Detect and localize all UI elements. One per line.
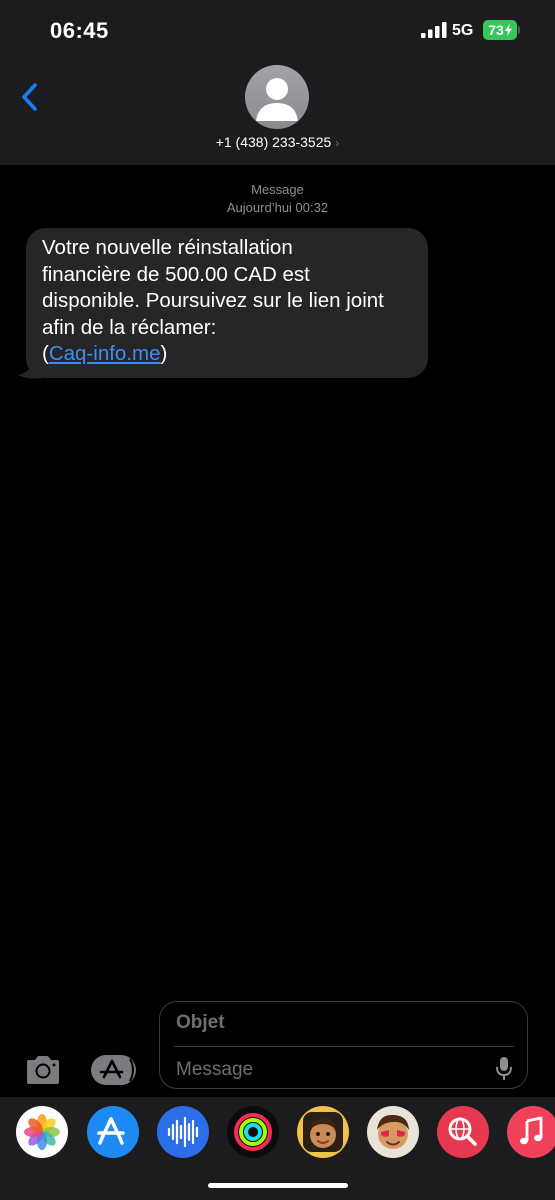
person-icon bbox=[256, 78, 298, 121]
web-search-icon bbox=[448, 1117, 477, 1146]
message-line: financière de 500.00 CAD est bbox=[42, 262, 310, 286]
charging-bolt-icon bbox=[504, 24, 512, 36]
photos-icon bbox=[24, 1114, 60, 1150]
composer-divider bbox=[174, 1046, 514, 1047]
animoji-app-button[interactable] bbox=[367, 1106, 419, 1158]
network-type: 5G bbox=[452, 22, 474, 39]
battery-level: 73 bbox=[488, 22, 504, 38]
link-paren-close: ) bbox=[160, 342, 168, 365]
battery-cap bbox=[518, 26, 520, 34]
conversation-header: 06:45 5G 73 +1 (438) 233-3525 › bbox=[0, 0, 555, 165]
message-link[interactable]: Caq-info.me bbox=[49, 342, 161, 365]
camera-button[interactable] bbox=[23, 1053, 63, 1087]
contact-name-button[interactable]: +1 (438) 233-3525 › bbox=[0, 134, 555, 150]
cellular-signal-icon bbox=[421, 22, 447, 38]
music-icon bbox=[520, 1116, 543, 1145]
message-line: afin de la réclamer: bbox=[42, 315, 217, 339]
subject-input[interactable]: Objet bbox=[176, 1012, 506, 1034]
home-indicator[interactable] bbox=[208, 1183, 348, 1188]
memoji-app-button[interactable] bbox=[297, 1106, 349, 1158]
web-search-app-button[interactable] bbox=[437, 1106, 489, 1158]
imessage-app-drawer bbox=[0, 1097, 555, 1200]
message-line: disponible. Poursuivez sur le lien joint bbox=[42, 289, 384, 312]
contact-phone-number: +1 (438) 233-3525 bbox=[215, 134, 332, 150]
app-store-app-button[interactable] bbox=[87, 1106, 139, 1158]
incoming-message-bubble[interactable]: Votre nouvelle réinstallation financière… bbox=[26, 228, 428, 378]
message-timestamp: Aujourd’hui 00:32 bbox=[226, 200, 329, 215]
message-input[interactable]: Message bbox=[176, 1059, 476, 1081]
memoji-icon bbox=[303, 1112, 343, 1152]
service-label: Message bbox=[251, 182, 304, 197]
link-paren-open: ( bbox=[42, 342, 49, 365]
animoji-icon bbox=[377, 1114, 409, 1149]
message-line: Votre nouvelle réinstallation bbox=[42, 236, 293, 259]
chevron-right-icon: › bbox=[335, 136, 340, 150]
back-button[interactable] bbox=[16, 80, 46, 114]
photos-app-button[interactable] bbox=[16, 1106, 68, 1158]
audio-message-icon bbox=[167, 1116, 199, 1148]
battery-indicator: 73 bbox=[483, 20, 517, 40]
activity-icon bbox=[234, 1113, 272, 1151]
status-time: 06:45 bbox=[50, 18, 109, 43]
activity-app-button[interactable] bbox=[227, 1106, 279, 1158]
message-link-line: (Caq-info.me) bbox=[42, 341, 418, 368]
contact-avatar[interactable] bbox=[245, 65, 309, 129]
audio-message-app-button[interactable] bbox=[157, 1106, 209, 1158]
message-composer[interactable]: Objet Message bbox=[159, 1001, 528, 1089]
microphone-icon[interactable] bbox=[494, 1056, 514, 1082]
app-store-icon bbox=[97, 1117, 125, 1145]
music-app-button[interactable] bbox=[507, 1106, 555, 1158]
apps-button[interactable] bbox=[90, 1053, 138, 1087]
